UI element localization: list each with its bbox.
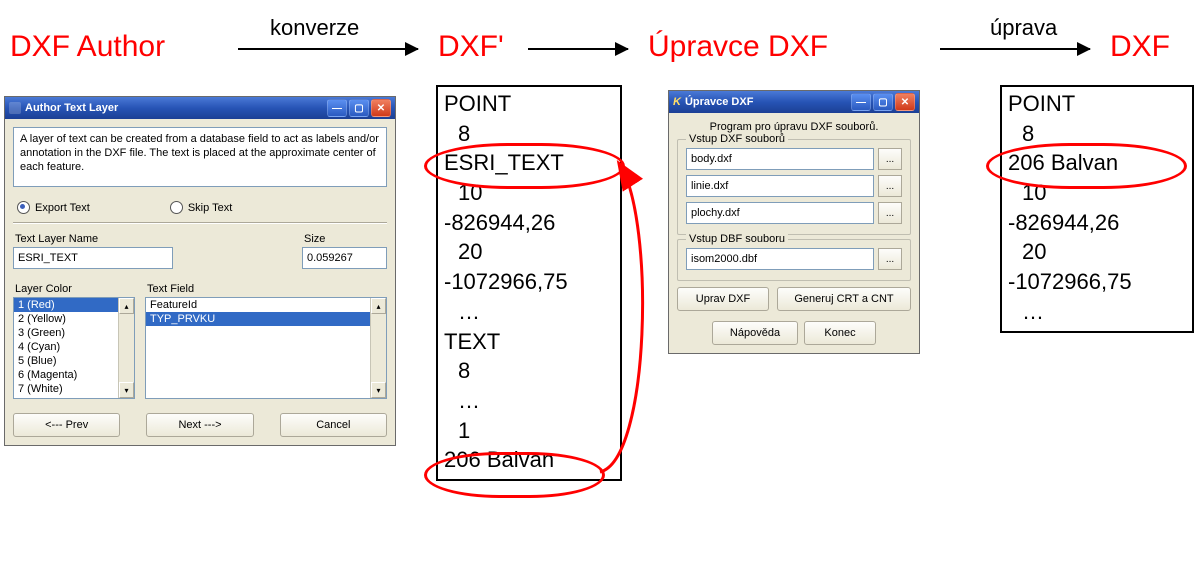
- list-item[interactable]: 3 (Green): [14, 326, 134, 340]
- dxf-line: -1072966,75: [444, 267, 614, 297]
- dxf-line: 8: [444, 119, 614, 149]
- close-dialog-button[interactable]: Konec: [804, 321, 876, 345]
- dxf-line-esri-text: ESRI_TEXT: [444, 148, 614, 178]
- next-button[interactable]: Next --->: [146, 413, 253, 437]
- dxf-out-content: POINT 8 206 Balvan 10 -826944,26 20 -107…: [1000, 85, 1194, 333]
- list-item[interactable]: 7 (White): [14, 382, 134, 396]
- list-item[interactable]: 5 (Blue): [14, 354, 134, 368]
- size-input[interactable]: 0.059267: [302, 247, 387, 269]
- radio-icon: [17, 201, 30, 214]
- text-layer-name-label: Text Layer Name: [15, 233, 290, 245]
- scroll-up-icon[interactable]: ▴: [371, 298, 386, 314]
- text-field-label: Text Field: [147, 283, 387, 295]
- browse-button[interactable]: ...: [878, 202, 902, 224]
- upravce-dialog: K Úpravce DXF — ▢ ✕ Program pro úpravu D…: [668, 90, 920, 354]
- cancel-button[interactable]: Cancel: [280, 413, 387, 437]
- radio-icon: [170, 201, 183, 214]
- node-dxf-out: DXF: [1110, 30, 1170, 64]
- text-layer-name-input[interactable]: ESRI_TEXT: [13, 247, 173, 269]
- dxf-line-206-balvan: 206 Balvan: [444, 445, 614, 475]
- dxf-line: POINT: [444, 89, 614, 119]
- dxf-line: TEXT: [444, 327, 614, 357]
- scrollbar[interactable]: ▴ ▾: [370, 298, 386, 398]
- upravce-titlebar[interactable]: K Úpravce DXF — ▢ ✕: [669, 91, 919, 113]
- list-item[interactable]: 6 (Magenta): [14, 368, 134, 382]
- upravce-app-icon: K: [673, 96, 681, 108]
- upravce-title: Úpravce DXF: [685, 96, 849, 108]
- dxf-line: …: [444, 386, 614, 416]
- author-dialog: Author Text Layer — ▢ ✕ A layer of text …: [4, 96, 396, 446]
- export-text-radio[interactable]: Export Text: [17, 201, 90, 214]
- list-item[interactable]: FeatureId: [146, 298, 386, 312]
- dxf-line: -1072966,75: [1008, 267, 1186, 297]
- dbf-file-input[interactable]: isom2000.dbf: [686, 248, 874, 270]
- upravce-subtitle: Program pro úpravu DXF souborů.: [677, 121, 911, 133]
- layer-color-label: Layer Color: [15, 283, 133, 295]
- node-upravce-dxf: Úpravce DXF: [648, 30, 828, 64]
- scroll-down-icon[interactable]: ▾: [371, 382, 386, 398]
- dxf-line-206-balvan-out: 206 Balvan: [1008, 148, 1186, 178]
- dxf-line: 8: [1008, 119, 1186, 149]
- uprav-dxf-button[interactable]: Uprav DXF: [677, 287, 769, 311]
- export-text-label: Export Text: [35, 202, 90, 214]
- author-titlebar-icon: [9, 102, 21, 114]
- group-dxf-input: Vstup DXF souborů body.dxf ... linie.dxf…: [677, 139, 911, 235]
- group-dbf-input: Vstup DBF souboru isom2000.dbf ...: [677, 239, 911, 281]
- maximize-button[interactable]: ▢: [873, 93, 893, 111]
- text-field-list[interactable]: FeatureId TYP_PRVKU ▴ ▾: [145, 297, 387, 399]
- minimize-button[interactable]: —: [327, 99, 347, 117]
- skip-text-label: Skip Text: [188, 202, 232, 214]
- dxf-line: 8: [444, 356, 614, 386]
- node-dxf-author: DXF Author: [10, 30, 165, 64]
- arrow-konverze: [238, 48, 418, 50]
- dxf-line: -826944,26: [444, 208, 614, 238]
- arrow-to-upravce: [528, 48, 628, 50]
- dxf-line: 1: [444, 416, 614, 446]
- dxf-line: 10: [444, 178, 614, 208]
- list-item[interactable]: 1 (Red): [14, 298, 134, 312]
- arrow-uprava: [940, 48, 1090, 50]
- list-item[interactable]: 2 (Yellow): [14, 312, 134, 326]
- dxf-line: 10: [1008, 178, 1186, 208]
- scroll-up-icon[interactable]: ▴: [119, 298, 134, 314]
- dxf-line: -826944,26: [1008, 208, 1186, 238]
- minimize-button[interactable]: —: [851, 93, 871, 111]
- maximize-button[interactable]: ▢: [349, 99, 369, 117]
- dxf-line: 20: [444, 237, 614, 267]
- arrow-uprava-label: úprava: [990, 15, 1057, 41]
- scroll-down-icon[interactable]: ▾: [119, 382, 134, 398]
- group-dxf-label: Vstup DXF souborů: [686, 133, 788, 145]
- dxf-file-input[interactable]: plochy.dxf: [686, 202, 874, 224]
- skip-text-radio[interactable]: Skip Text: [170, 201, 232, 214]
- scrollbar[interactable]: ▴ ▾: [118, 298, 134, 398]
- arrow-konverze-label: konverze: [270, 15, 359, 41]
- generuj-crt-cnt-button[interactable]: Generuj CRT a CNT: [777, 287, 911, 311]
- browse-button[interactable]: ...: [878, 248, 902, 270]
- author-title: Author Text Layer: [25, 102, 325, 114]
- help-button[interactable]: Nápověda: [712, 321, 798, 345]
- group-dbf-label: Vstup DBF souboru: [686, 233, 788, 245]
- prev-button[interactable]: <--- Prev: [13, 413, 120, 437]
- close-button[interactable]: ✕: [371, 99, 391, 117]
- author-description: A layer of text can be created from a da…: [13, 127, 387, 187]
- close-button[interactable]: ✕: [895, 93, 915, 111]
- author-titlebar[interactable]: Author Text Layer — ▢ ✕: [5, 97, 395, 119]
- list-item[interactable]: TYP_PRVKU: [146, 312, 386, 326]
- node-dxf-prime: DXF': [438, 30, 504, 64]
- list-item[interactable]: 4 (Cyan): [14, 340, 134, 354]
- dxf-prime-content: POINT 8 ESRI_TEXT 10 -826944,26 20 -1072…: [436, 85, 622, 481]
- layer-color-list[interactable]: 1 (Red) 2 (Yellow) 3 (Green) 4 (Cyan) 5 …: [13, 297, 135, 399]
- dxf-line: POINT: [1008, 89, 1186, 119]
- dxf-line: …: [444, 297, 614, 327]
- dxf-line: …: [1008, 297, 1186, 327]
- dxf-line: 20: [1008, 237, 1186, 267]
- dxf-file-input[interactable]: body.dxf: [686, 148, 874, 170]
- dxf-file-input[interactable]: linie.dxf: [686, 175, 874, 197]
- browse-button[interactable]: ...: [878, 175, 902, 197]
- size-label: Size: [304, 233, 387, 245]
- browse-button[interactable]: ...: [878, 148, 902, 170]
